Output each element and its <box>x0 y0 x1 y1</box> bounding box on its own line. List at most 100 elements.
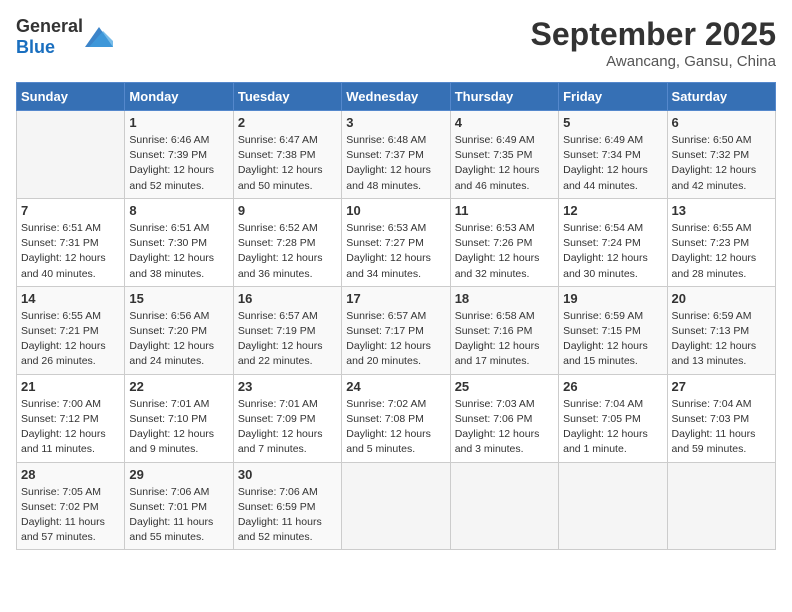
calendar-cell: 8Sunrise: 6:51 AM Sunset: 7:30 PM Daylig… <box>125 198 233 286</box>
calendar-cell: 5 Sunrise: 6:49 AM Sunset: 7:34 PM Daylig… <box>559 111 667 199</box>
day-detail: Sunrise: 7:05 AM Sunset: 7:02 PM Dayligh… <box>21 485 120 546</box>
logo-icon <box>85 27 113 47</box>
day-number: 25 <box>455 379 554 394</box>
day-detail: Sunrise: 6:57 AM Sunset: 7:17 PM Dayligh… <box>346 309 445 370</box>
day-detail: Sunrise: 6:59 AM Sunset: 7:15 PM Dayligh… <box>563 309 662 370</box>
calendar-cell: 21 Sunrise: 7:00 AM Sunset: 7:12 PM Dayli… <box>17 374 125 462</box>
day-detail: Sunrise: 6:54 AM Sunset: 7:24 PM Dayligh… <box>563 221 662 282</box>
title-block: September 2025 Awancang, Gansu, China <box>531 16 776 70</box>
day-number: 16 <box>238 291 337 306</box>
calendar-cell: 6Sunrise: 6:50 AM Sunset: 7:32 PM Daylig… <box>667 111 775 199</box>
day-number: 13 <box>672 203 771 218</box>
day-detail: Sunrise: 6:47 AM Sunset: 7:38 PM Dayligh… <box>238 133 337 194</box>
calendar-cell: 23 Sunrise: 7:01 AM Sunset: 7:09 PM Dayli… <box>233 374 341 462</box>
page-header: General Blue September 2025 Awancang, Ga… <box>16 16 776 70</box>
week-row-3: 14 Sunrise: 6:55 AM Sunset: 7:21 PM Dayli… <box>17 286 776 374</box>
week-row-4: 21 Sunrise: 7:00 AM Sunset: 7:12 PM Dayli… <box>17 374 776 462</box>
day-number: 17 <box>346 291 445 306</box>
calendar-table: SundayMondayTuesdayWednesdayThursdayFrid… <box>16 82 776 550</box>
day-number: 2 <box>238 115 337 130</box>
day-detail: Sunrise: 6:55 AM Sunset: 7:21 PM Dayligh… <box>21 309 120 370</box>
day-detail: Sunrise: 7:04 AM Sunset: 7:03 PM Dayligh… <box>672 397 771 458</box>
day-detail: Sunrise: 7:06 AM Sunset: 7:01 PM Dayligh… <box>129 485 228 546</box>
calendar-cell: 7 Sunrise: 6:51 AM Sunset: 7:31 PM Daylig… <box>17 198 125 286</box>
day-number: 5 <box>563 115 662 130</box>
day-number: 12 <box>563 203 662 218</box>
calendar-cell: 4 Sunrise: 6:49 AM Sunset: 7:35 PM Daylig… <box>450 111 558 199</box>
calendar-cell: 10Sunrise: 6:53 AM Sunset: 7:27 PM Dayli… <box>342 198 450 286</box>
day-number: 30 <box>238 467 337 482</box>
day-detail: Sunrise: 7:01 AM Sunset: 7:09 PM Dayligh… <box>238 397 337 458</box>
calendar-cell <box>450 462 558 550</box>
calendar-cell: 19 Sunrise: 6:59 AM Sunset: 7:15 PM Dayli… <box>559 286 667 374</box>
calendar-cell: 14 Sunrise: 6:55 AM Sunset: 7:21 PM Dayli… <box>17 286 125 374</box>
calendar-cell: 20 Sunrise: 6:59 AM Sunset: 7:13 PM Dayli… <box>667 286 775 374</box>
col-header-thursday: Thursday <box>450 83 558 111</box>
calendar-cell: 17 Sunrise: 6:57 AM Sunset: 7:17 PM Dayli… <box>342 286 450 374</box>
day-number: 1 <box>129 115 228 130</box>
day-number: 27 <box>672 379 771 394</box>
day-detail: Sunrise: 6:51 AM Sunset: 7:31 PM Dayligh… <box>21 221 120 282</box>
month-title: September 2025 <box>531 16 776 53</box>
day-number: 26 <box>563 379 662 394</box>
day-number: 21 <box>21 379 120 394</box>
day-detail: Sunrise: 6:55 AM Sunset: 7:23 PM Dayligh… <box>672 221 771 282</box>
calendar-cell: 2 Sunrise: 6:47 AM Sunset: 7:38 PM Daylig… <box>233 111 341 199</box>
day-detail: Sunrise: 7:03 AM Sunset: 7:06 PM Dayligh… <box>455 397 554 458</box>
day-number: 22 <box>129 379 228 394</box>
calendar-cell: 11Sunrise: 6:53 AM Sunset: 7:26 PM Dayli… <box>450 198 558 286</box>
day-number: 29 <box>129 467 228 482</box>
logo-general: General <box>16 16 83 36</box>
day-number: 15 <box>129 291 228 306</box>
day-detail: Sunrise: 6:49 AM Sunset: 7:35 PM Dayligh… <box>455 133 554 194</box>
calendar-cell <box>17 111 125 199</box>
day-number: 8 <box>129 203 228 218</box>
calendar-cell: 16 Sunrise: 6:57 AM Sunset: 7:19 PM Dayli… <box>233 286 341 374</box>
calendar-cell: 9Sunrise: 6:52 AM Sunset: 7:28 PM Daylig… <box>233 198 341 286</box>
day-number: 19 <box>563 291 662 306</box>
col-header-sunday: Sunday <box>17 83 125 111</box>
calendar-cell: 26 Sunrise: 7:04 AM Sunset: 7:05 PM Dayli… <box>559 374 667 462</box>
week-row-1: 1Sunrise: 6:46 AM Sunset: 7:39 PM Daylig… <box>17 111 776 199</box>
day-detail: Sunrise: 7:04 AM Sunset: 7:05 PM Dayligh… <box>563 397 662 458</box>
calendar-cell: 18 Sunrise: 6:58 AM Sunset: 7:16 PM Dayli… <box>450 286 558 374</box>
day-number: 7 <box>21 203 120 218</box>
day-number: 14 <box>21 291 120 306</box>
day-number: 24 <box>346 379 445 394</box>
calendar-cell: 3Sunrise: 6:48 AM Sunset: 7:37 PM Daylig… <box>342 111 450 199</box>
day-number: 4 <box>455 115 554 130</box>
day-detail: Sunrise: 6:53 AM Sunset: 7:27 PM Dayligh… <box>346 221 445 282</box>
location: Awancang, Gansu, China <box>531 53 776 70</box>
calendar-body: 1Sunrise: 6:46 AM Sunset: 7:39 PM Daylig… <box>17 111 776 550</box>
day-number: 9 <box>238 203 337 218</box>
day-detail: Sunrise: 7:00 AM Sunset: 7:12 PM Dayligh… <box>21 397 120 458</box>
logo: General Blue <box>16 16 113 58</box>
calendar-cell: 30 Sunrise: 7:06 AM Sunset: 6:59 PM Dayli… <box>233 462 341 550</box>
calendar-cell: 28 Sunrise: 7:05 AM Sunset: 7:02 PM Dayli… <box>17 462 125 550</box>
day-detail: Sunrise: 7:06 AM Sunset: 6:59 PM Dayligh… <box>238 485 337 546</box>
calendar-cell: 13 Sunrise: 6:55 AM Sunset: 7:23 PM Dayli… <box>667 198 775 286</box>
week-row-2: 7 Sunrise: 6:51 AM Sunset: 7:31 PM Daylig… <box>17 198 776 286</box>
calendar-cell <box>667 462 775 550</box>
day-detail: Sunrise: 7:02 AM Sunset: 7:08 PM Dayligh… <box>346 397 445 458</box>
day-number: 3 <box>346 115 445 130</box>
day-detail: Sunrise: 6:57 AM Sunset: 7:19 PM Dayligh… <box>238 309 337 370</box>
day-number: 28 <box>21 467 120 482</box>
day-number: 23 <box>238 379 337 394</box>
day-detail: Sunrise: 6:49 AM Sunset: 7:34 PM Dayligh… <box>563 133 662 194</box>
day-detail: Sunrise: 6:59 AM Sunset: 7:13 PM Dayligh… <box>672 309 771 370</box>
calendar-cell: 22Sunrise: 7:01 AM Sunset: 7:10 PM Dayli… <box>125 374 233 462</box>
week-row-5: 28 Sunrise: 7:05 AM Sunset: 7:02 PM Dayli… <box>17 462 776 550</box>
calendar-cell: 29 Sunrise: 7:06 AM Sunset: 7:01 PM Dayli… <box>125 462 233 550</box>
calendar-cell: 1Sunrise: 6:46 AM Sunset: 7:39 PM Daylig… <box>125 111 233 199</box>
day-of-week-header-row: SundayMondayTuesdayWednesdayThursdayFrid… <box>17 83 776 111</box>
col-header-friday: Friday <box>559 83 667 111</box>
col-header-tuesday: Tuesday <box>233 83 341 111</box>
day-number: 18 <box>455 291 554 306</box>
calendar-cell: 15 Sunrise: 6:56 AM Sunset: 7:20 PM Dayli… <box>125 286 233 374</box>
day-number: 20 <box>672 291 771 306</box>
logo-blue: Blue <box>16 37 55 57</box>
day-detail: Sunrise: 6:58 AM Sunset: 7:16 PM Dayligh… <box>455 309 554 370</box>
calendar-cell <box>559 462 667 550</box>
day-detail: Sunrise: 6:56 AM Sunset: 7:20 PM Dayligh… <box>129 309 228 370</box>
